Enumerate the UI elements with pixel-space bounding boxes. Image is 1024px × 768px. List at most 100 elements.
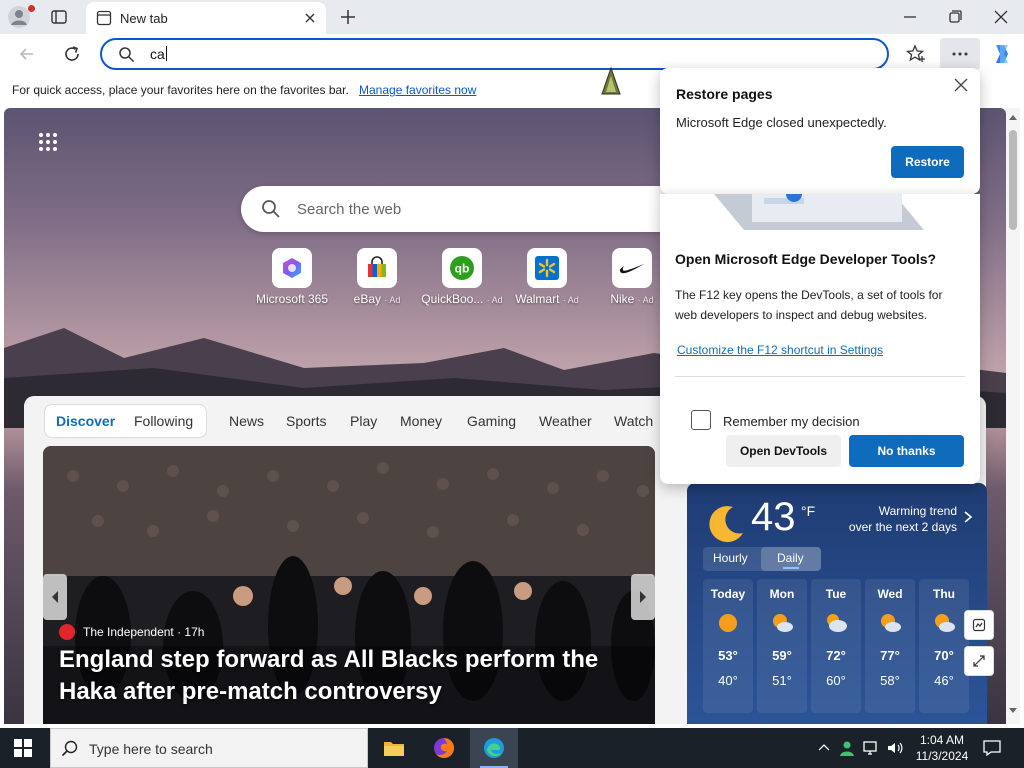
restore-button[interactable]: Restore	[891, 146, 964, 178]
search-icon	[61, 740, 78, 757]
open-devtools-button[interactable]: Open DevTools	[726, 435, 841, 467]
search-icon	[119, 47, 135, 63]
ad-label: · Ad	[384, 295, 401, 305]
forecast-day-name: Today	[710, 587, 746, 601]
feedback-button[interactable]	[964, 610, 994, 640]
tab-sports[interactable]: Sports	[286, 413, 326, 429]
close-window-icon[interactable]	[992, 8, 1010, 26]
web-search-placeholder: Search the web	[297, 201, 402, 218]
tab-discover[interactable]: Discover	[56, 413, 115, 429]
ad-label: · Ad	[637, 295, 654, 305]
close-icon[interactable]	[954, 78, 968, 92]
scroll-up-arrow-icon[interactable]	[1009, 114, 1017, 122]
scroll-thumb[interactable]	[1009, 130, 1017, 230]
weather-trend[interactable]: Warming trend over the next 2 days	[845, 503, 957, 535]
next-story-button[interactable]	[631, 574, 655, 620]
address-bar-text[interactable]: ca	[150, 46, 167, 62]
forecast-day[interactable]: Wed 77° 58°	[865, 579, 915, 713]
quick-link-ebay[interactable]: eBay · Ad	[332, 248, 422, 306]
new-tab-plus-icon[interactable]	[339, 8, 357, 26]
restore-window-icon[interactable]	[946, 8, 964, 26]
remember-decision-checkbox[interactable]	[691, 410, 711, 430]
tab-money[interactable]: Money	[400, 413, 442, 429]
quick-link-microsoft-365[interactable]: Microsoft 365	[247, 248, 337, 306]
forecast-day[interactable]: Today 53° 40°	[703, 579, 753, 713]
tab-watch[interactable]: Watch	[614, 413, 653, 429]
current-temperature: 43	[751, 495, 796, 539]
temperature-unit[interactable]: °F	[801, 503, 815, 519]
user-status-icon[interactable]	[838, 739, 856, 757]
tab-hourly[interactable]: Hourly	[713, 551, 748, 565]
tab-actions-icon[interactable]	[50, 8, 68, 26]
chevron-up-icon[interactable]	[815, 739, 833, 757]
hero-headline[interactable]: England step forward as All Blacks perfo…	[59, 644, 649, 708]
devtools-description: The F12 key opens the DevTools, a set of…	[675, 288, 943, 322]
app-launcher-icon[interactable]	[38, 132, 58, 152]
scroll-down-arrow-icon[interactable]	[1009, 706, 1017, 714]
expand-button[interactable]	[964, 646, 994, 676]
tab-title: New tab	[120, 11, 168, 26]
taskbar-search-box[interactable]: Type here to search	[50, 728, 368, 768]
tab-following[interactable]: Following	[134, 413, 193, 429]
forecast-low: 58°	[880, 673, 900, 688]
forecast-day[interactable]: Thu 70° 46°	[919, 579, 969, 713]
quickbooks-icon: qb	[450, 256, 474, 280]
quick-link-quickbooks[interactable]: qb QuickBoo... · Ad	[417, 248, 507, 306]
folder-icon	[384, 742, 404, 756]
weather-trend-line1: Warming trend	[878, 504, 957, 518]
taskbar-firefox[interactable]	[420, 728, 468, 768]
quick-link-label: eBay	[353, 292, 381, 306]
tab-gaming[interactable]: Gaming	[467, 413, 516, 429]
manage-favorites-link[interactable]: Manage favorites now	[359, 83, 476, 97]
restore-title: Restore pages	[676, 86, 773, 102]
forecast-low: 51°	[772, 673, 792, 688]
minimize-icon[interactable]	[901, 8, 919, 26]
forecast-day[interactable]: Tue 72° 60°	[811, 579, 861, 713]
forecast-high: 72°	[826, 648, 846, 663]
forecast-day-name: Thu	[933, 587, 955, 601]
web-search-box[interactable]: Search the web	[241, 186, 681, 232]
close-tab-icon[interactable]	[302, 10, 318, 26]
ebay-bag-icon	[368, 256, 386, 277]
tab-play[interactable]: Play	[350, 413, 377, 429]
expand-icon	[973, 655, 985, 667]
back-arrow-icon[interactable]	[17, 44, 37, 64]
address-bar[interactable]: ca	[100, 38, 889, 70]
tab-new-tab[interactable]: New tab	[86, 2, 326, 34]
chevron-right-icon	[964, 511, 973, 523]
windows-start-icon[interactable]	[14, 739, 32, 757]
forecast-day[interactable]: Mon 59° 51°	[757, 579, 807, 713]
devtools-illustration	[714, 194, 924, 230]
taskbar-file-explorer[interactable]	[370, 728, 418, 768]
partly-cloudy-icon	[935, 614, 955, 632]
hero-news-card[interactable]: The Independent · 17h England step forwa…	[43, 446, 655, 724]
windows-taskbar: Type here to search 1:04 AM 11/3/2024	[0, 728, 1024, 768]
walmart-spark-icon	[535, 256, 559, 280]
network-icon[interactable]	[862, 739, 880, 757]
quick-link-walmart[interactable]: Walmart · Ad	[502, 248, 592, 306]
tab-weather[interactable]: Weather	[539, 413, 592, 429]
remember-decision-label[interactable]: Remember my decision	[723, 414, 860, 429]
divider	[675, 376, 965, 377]
tab-daily[interactable]: Daily	[777, 551, 804, 565]
no-thanks-button[interactable]: No thanks	[849, 435, 964, 467]
previous-story-button[interactable]	[43, 574, 67, 620]
volume-icon[interactable]	[886, 739, 904, 757]
forecast-low: 40°	[718, 673, 738, 688]
refresh-icon[interactable]	[62, 44, 82, 64]
page-scrollbar[interactable]	[1006, 108, 1020, 724]
settings-and-more-button[interactable]	[940, 38, 980, 70]
favorites-bar-message: For quick access, place your favorites h…	[12, 83, 349, 97]
copilot-icon[interactable]	[990, 42, 1014, 66]
quick-link-label: Walmart	[515, 292, 560, 306]
tab-news[interactable]: News	[229, 413, 264, 429]
taskbar-clock[interactable]: 1:04 AM 11/3/2024	[912, 732, 972, 764]
weather-card[interactable]: 43 °F Warming trend over the next 2 days…	[687, 483, 987, 724]
notifications-icon[interactable]	[982, 738, 1002, 758]
forecast-low: 46°	[934, 673, 954, 688]
partly-cloudy-icon	[827, 614, 847, 632]
favorites-star-icon[interactable]	[904, 42, 928, 66]
profile-icon[interactable]	[8, 6, 30, 28]
taskbar-edge[interactable]	[470, 728, 518, 768]
customize-f12-link[interactable]: Customize the F12 shortcut in Settings	[677, 343, 883, 357]
